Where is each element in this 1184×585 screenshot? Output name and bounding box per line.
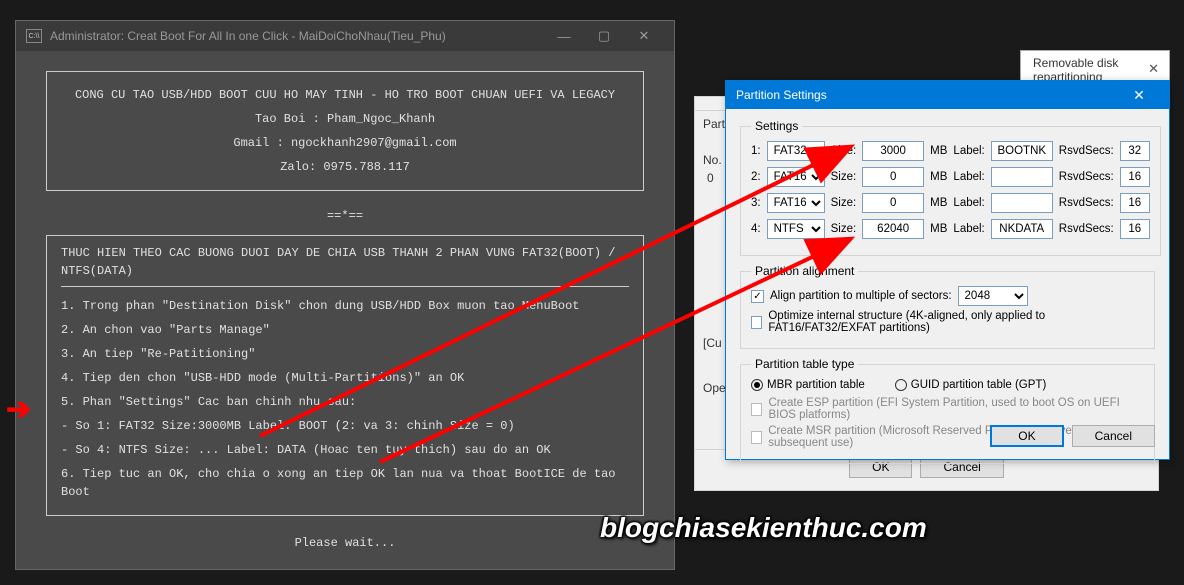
label-input-3[interactable] xyxy=(991,193,1053,213)
align-checkbox[interactable]: ✓ xyxy=(751,290,764,303)
cmd-step: 1. Trong phan "Destination Disk" chon du… xyxy=(61,297,629,315)
size-input-4[interactable] xyxy=(862,219,924,239)
mb-label: MB xyxy=(930,171,947,183)
rsvd-label: RsvdSecs: xyxy=(1059,197,1114,209)
bg-left-strip: Partitio No. 0 [Cu Ope xyxy=(694,110,729,450)
partition-row-4: 4: NTFS Size: MB Label: RsvdSecs: xyxy=(751,219,1150,239)
fs-select-4[interactable]: NTFS xyxy=(767,219,825,239)
cmd-step: - So 1: FAT32 Size:3000MB Label: BOOT (2… xyxy=(61,417,629,435)
row-index: 3: xyxy=(751,197,761,209)
table-type-group: Partition table type MBR partition table… xyxy=(740,357,1155,464)
partition-row-2: 2: FAT16 Size: MB Label: RsvdSecs: xyxy=(751,167,1150,187)
align-check-label: Align partition to multiple of sectors: xyxy=(770,290,952,302)
alignment-legend: Partition alignment xyxy=(751,264,858,278)
mb-label: MB xyxy=(930,145,947,157)
dialog-title-text: Partition Settings xyxy=(736,88,1119,102)
size-label: Size: xyxy=(831,171,857,183)
alignment-group: Partition alignment ✓ Align partition to… xyxy=(740,264,1155,349)
settings-group: Settings 1: FAT32 Size: MB Label: RsvdSe… xyxy=(740,119,1161,256)
minimize-button[interactable]: — xyxy=(544,21,584,51)
esp-label: Create ESP partition (EFI System Partiti… xyxy=(768,397,1144,421)
gpt-radio-label: GUID partition table (GPT) xyxy=(911,379,1046,391)
mbr-radio[interactable] xyxy=(751,379,763,391)
gpt-radio[interactable] xyxy=(895,379,907,391)
close-icon[interactable]: ✕ xyxy=(1119,87,1159,104)
size-input-2[interactable] xyxy=(862,167,924,187)
fs-select-2[interactable]: FAT16 xyxy=(767,167,825,187)
cmd-wait-text: Please wait... xyxy=(46,534,644,552)
strip-text: 0 xyxy=(707,171,714,185)
maximize-button[interactable]: ▢ xyxy=(584,21,624,51)
cmd-step: - So 4: NTFS Size: ... Label: DATA (Hoac… xyxy=(61,441,629,459)
cmd-title: Administrator: Creat Boot For All In one… xyxy=(50,29,544,43)
cmd-header-box: CONG CU TAO USB/HDD BOOT CUU HO MAY TINH… xyxy=(46,71,644,191)
cmd-header-line: CONG CU TAO USB/HDD BOOT CUU HO MAY TINH… xyxy=(67,86,623,104)
cmd-header-line: Gmail : ngockhanh2907@gmail.com xyxy=(67,134,623,152)
label-label: Label: xyxy=(953,223,984,235)
cmd-instructions-box: THUC HIEN THEO CAC BUONG DUOI DAY DE CHI… xyxy=(46,235,644,516)
mb-label: MB xyxy=(930,197,947,209)
label-label: Label: xyxy=(953,171,984,183)
rsvd-label: RsvdSecs: xyxy=(1059,223,1114,235)
rsvd-input-2[interactable] xyxy=(1120,167,1150,187)
align-select[interactable]: 2048 xyxy=(958,286,1028,306)
size-input-3[interactable] xyxy=(862,193,924,213)
row-index: 4: xyxy=(751,223,761,235)
table-type-legend: Partition table type xyxy=(751,357,858,371)
partition-row-3: 3: FAT16 Size: MB Label: RsvdSecs: xyxy=(751,193,1150,213)
partition-settings-dialog: Partition Settings ✕ Settings 1: FAT32 S… xyxy=(725,80,1170,460)
ok-button[interactable]: OK xyxy=(990,425,1063,447)
cmd-header-line: Zalo: 0975.788.117 xyxy=(67,158,623,176)
label-input-1[interactable] xyxy=(991,141,1053,161)
label-input-4[interactable] xyxy=(991,219,1053,239)
label-input-2[interactable] xyxy=(991,167,1053,187)
optimize-checkbox[interactable] xyxy=(751,316,762,329)
cmd-step: 6. Tiep tuc an OK, cho chia o xong an ti… xyxy=(61,465,629,501)
msr-checkbox xyxy=(751,431,762,444)
mbr-radio-label: MBR partition table xyxy=(767,379,865,391)
dialog-titlebar: Partition Settings ✕ xyxy=(726,81,1169,109)
rsvd-input-3[interactable] xyxy=(1120,193,1150,213)
cmd-body: CONG CU TAO USB/HDD BOOT CUU HO MAY TINH… xyxy=(16,51,674,572)
strip-text: [Cu xyxy=(703,336,722,350)
cmd-step: 2. An chon vao "Parts Manage" xyxy=(61,321,629,339)
row-index: 2: xyxy=(751,171,761,183)
mb-label: MB xyxy=(930,223,947,235)
cmd-instr-title: THUC HIEN THEO CAC BUONG DUOI DAY DE CHI… xyxy=(61,244,629,287)
watermark-text: blogchiasekienthuc.com xyxy=(600,512,927,544)
close-button[interactable]: ✕ xyxy=(624,21,664,51)
strip-text: No. xyxy=(703,153,722,167)
cmd-icon: C:\\ xyxy=(26,29,42,43)
rsvd-label: RsvdSecs: xyxy=(1059,171,1114,183)
size-label: Size: xyxy=(831,145,857,157)
annotation-arrow-icon: ➔ xyxy=(6,395,31,425)
settings-legend: Settings xyxy=(751,119,802,133)
esp-checkbox xyxy=(751,403,762,416)
cmd-separator: ==*== xyxy=(46,201,644,235)
label-label: Label: xyxy=(953,145,984,157)
cmd-window: C:\\ Administrator: Creat Boot For All I… xyxy=(15,20,675,570)
size-input-1[interactable] xyxy=(862,141,924,161)
rsvd-input-4[interactable] xyxy=(1120,219,1150,239)
close-icon[interactable]: ✕ xyxy=(1148,61,1159,77)
cmd-step: 4. Tiep den chon "USB-HDD mode (Multi-Pa… xyxy=(61,369,629,387)
size-label: Size: xyxy=(831,223,857,235)
cmd-header-line: Tao Boi : Pham_Ngoc_Khanh xyxy=(67,110,623,128)
fs-select-1[interactable]: FAT32 xyxy=(767,141,825,161)
strip-text: Ope xyxy=(703,381,726,395)
row-index: 1: xyxy=(751,145,761,157)
cancel-button[interactable]: Cancel xyxy=(1072,425,1155,447)
optimize-check-label: Optimize internal structure (4K-aligned,… xyxy=(768,310,1144,334)
label-label: Label: xyxy=(953,197,984,209)
partition-row-1: 1: FAT32 Size: MB Label: RsvdSecs: xyxy=(751,141,1150,161)
rsvd-input-1[interactable] xyxy=(1120,141,1150,161)
rsvd-label: RsvdSecs: xyxy=(1059,145,1114,157)
fs-select-3[interactable]: FAT16 xyxy=(767,193,825,213)
cmd-step: 3. An tiep "Re-Patitioning" xyxy=(61,345,629,363)
size-label: Size: xyxy=(831,197,857,209)
cmd-step: 5. Phan "Settings" Cac ban chinh nhu sau… xyxy=(61,393,629,411)
cmd-titlebar: C:\\ Administrator: Creat Boot For All I… xyxy=(16,21,674,51)
